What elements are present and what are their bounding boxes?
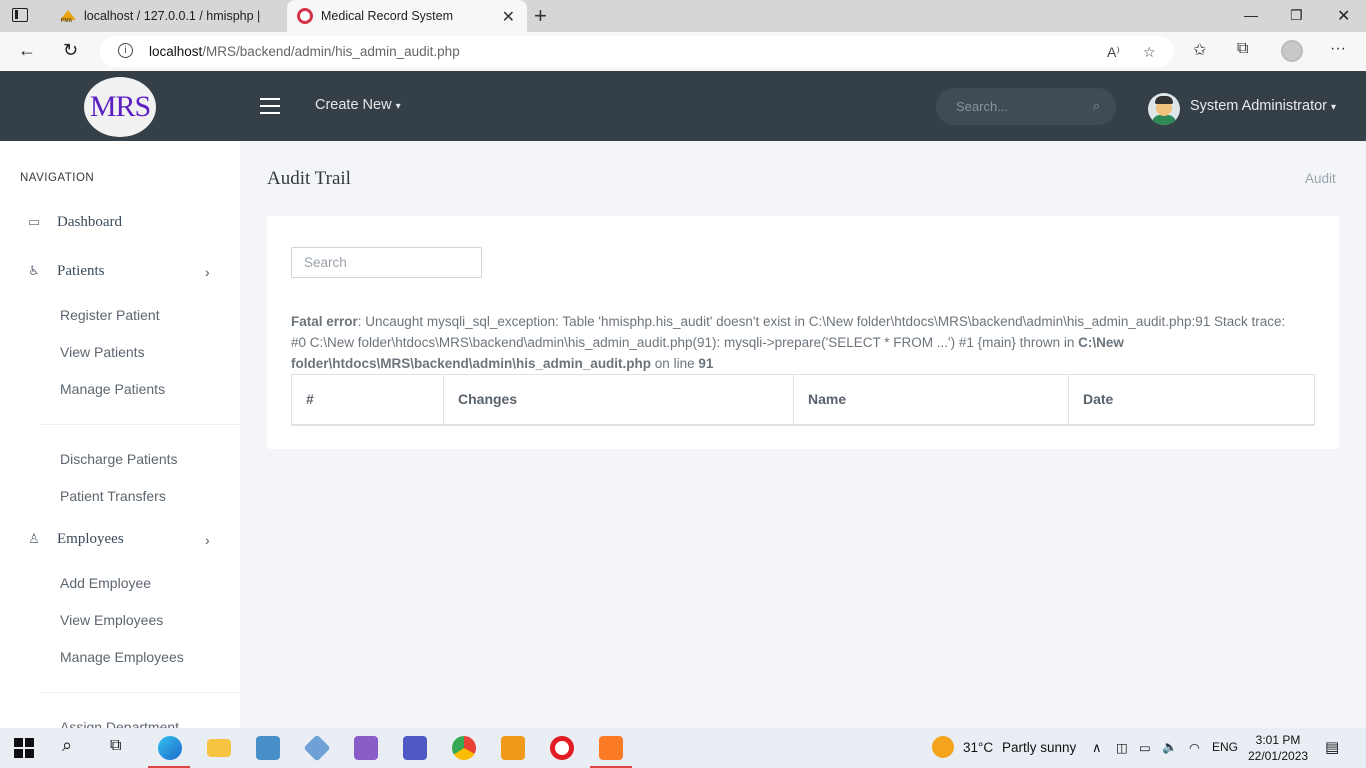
tab-title: Medical Record System <box>321 9 453 23</box>
clock-time: 3:01 PM <box>1255 733 1301 747</box>
column-header-date[interactable]: Date <box>1068 374 1315 426</box>
add-favorite-icon[interactable]: ☆ <box>1143 44 1156 61</box>
chevron-down-icon: ▾ <box>1331 102 1337 113</box>
fatal-error-message: Fatal error: Uncaught mysqli_sql_excepti… <box>291 311 1301 374</box>
xampp-icon[interactable] <box>599 736 623 760</box>
avatar[interactable] <box>1148 93 1180 125</box>
reload-icon[interactable]: ↻ <box>63 40 78 61</box>
edge-icon[interactable] <box>158 736 182 760</box>
browser-toolbar: ← ↻ i localhost/MRS/backend/admin/his_ad… <box>0 32 1366 71</box>
chevron-up-icon[interactable]: ∧ <box>1092 740 1102 756</box>
battery-icon[interactable]: ▭ <box>1139 740 1151 755</box>
monitor-icon: ▭ <box>27 215 41 230</box>
sidebar-item-patient-transfers[interactable]: Patient Transfers <box>60 488 166 504</box>
divider <box>40 424 240 425</box>
sidebar-item-add-employee[interactable]: Add Employee <box>60 575 151 591</box>
browser-tab-strip: PMA localhost / 127.0.0.1 / hmisphp | Me… <box>0 0 1366 32</box>
more-menu-icon[interactable]: ··· <box>1330 40 1346 58</box>
windows-start-icon[interactable] <box>14 738 34 758</box>
browser-tab-medical-record[interactable]: Medical Record System ✕ <box>287 0 527 32</box>
sidebar-item-register-patient[interactable]: Register Patient <box>60 307 160 323</box>
sidebar-item-dashboard[interactable]: ▭ Dashboard <box>26 214 122 231</box>
address-bar[interactable]: i localhost/MRS/backend/admin/his_admin_… <box>100 36 1174 67</box>
task-view-icon[interactable]: ⧉ <box>110 737 121 755</box>
sidebar-item-employees[interactable]: ♙ Employees <box>26 531 123 548</box>
new-tab-icon[interactable]: + <box>534 3 547 29</box>
search-icon[interactable]: ⌕ <box>62 735 72 756</box>
error-line-number: 91 <box>698 356 714 371</box>
chevron-right-icon[interactable]: › <box>205 264 210 280</box>
chrome-icon[interactable] <box>452 736 476 760</box>
mrs-logo[interactable]: MRS <box>84 77 156 137</box>
chevron-down-icon: ▾ <box>395 101 401 112</box>
volume-icon[interactable]: 🔈 <box>1162 740 1178 755</box>
sidebar-item-discharge-patients[interactable]: Discharge Patients <box>60 451 178 467</box>
search-placeholder: Search... <box>956 99 1009 114</box>
tab-actions-icon[interactable] <box>12 8 28 22</box>
opera-icon[interactable] <box>550 736 574 760</box>
user-tie-icon: ♙ <box>28 532 40 547</box>
clock[interactable]: 3:01 PM 22/01/2023 <box>1248 732 1308 764</box>
weather-temperature[interactable]: 31°C <box>963 740 993 755</box>
profile-icon[interactable] <box>1281 40 1303 62</box>
column-header-name[interactable]: Name <box>793 374 1069 426</box>
weather-text[interactable]: Partly sunny <box>1002 740 1076 755</box>
site-info-icon[interactable]: i <box>118 43 133 58</box>
chevron-right-icon[interactable]: › <box>205 532 210 548</box>
header-search-input[interactable]: Search... ⌕ <box>936 88 1116 125</box>
sidebar-item-view-patients[interactable]: View Patients <box>60 344 145 360</box>
control-panel-icon[interactable] <box>256 736 280 760</box>
windows-taskbar: ⌕ ⧉ 31°C Partly sunny ∧ ◫ ▭ 🔈 ◠ ENG 3:01… <box>0 728 1366 768</box>
error-label: Fatal error <box>291 314 358 329</box>
sidebar-item-manage-patients[interactable]: Manage Patients <box>60 381 165 397</box>
favorites-icon[interactable]: ✩ <box>1193 40 1206 60</box>
close-window-icon[interactable]: ✕ <box>1337 6 1350 26</box>
minimize-icon[interactable]: — <box>1244 7 1258 23</box>
column-header-number[interactable]: # <box>291 374 444 426</box>
search-icon[interactable]: ⌕ <box>1093 98 1100 114</box>
back-arrow-icon[interactable]: ← <box>18 40 36 61</box>
error-text: : Uncaught mysqli_sql_exception: Table '… <box>291 314 1286 350</box>
file-explorer-icon[interactable] <box>207 739 231 757</box>
wheelchair-icon: ♿ <box>28 264 40 279</box>
visual-studio-icon[interactable] <box>354 736 378 760</box>
close-tab-icon[interactable]: ✕ <box>502 7 515 27</box>
virtualbox-icon[interactable] <box>303 734 331 762</box>
browser-tab-phpmyadmin[interactable]: PMA localhost / 127.0.0.1 / hmisphp | <box>46 0 286 32</box>
page-title: Audit Trail <box>267 168 351 189</box>
error-line-text: on line <box>651 356 699 371</box>
tab-title: localhost / 127.0.0.1 / hmisphp | <box>84 9 261 23</box>
sidebar-item-view-employees[interactable]: View Employees <box>60 612 163 628</box>
sidebar-item-patients[interactable]: ♿ Patients <box>26 263 104 280</box>
sidebar-item-manage-employees[interactable]: Manage Employees <box>60 649 184 665</box>
breadcrumb[interactable]: Audit <box>1305 171 1336 186</box>
collections-icon[interactable]: ⧉ <box>1237 40 1248 58</box>
audit-table: # Changes Name Date <box>291 374 1315 426</box>
navigation-heading: NAVIGATION <box>20 172 95 184</box>
read-aloud-icon[interactable]: A⁾ <box>1107 44 1120 61</box>
search-input[interactable] <box>291 247 482 278</box>
weather-icon[interactable] <box>932 736 954 758</box>
teams-icon[interactable] <box>403 736 427 760</box>
language-indicator[interactable]: ENG <box>1212 740 1238 754</box>
create-new-dropdown[interactable]: Create New ▾ <box>315 97 401 113</box>
wifi-icon[interactable]: ◠ <box>1189 740 1200 755</box>
url-text[interactable]: localhost/MRS/backend/admin/his_admin_au… <box>149 44 460 59</box>
menu-toggle-icon[interactable] <box>260 98 280 114</box>
user-menu[interactable]: System Administrator ▾ <box>1190 98 1336 114</box>
divider <box>40 692 240 693</box>
notifications-icon[interactable]: ▤ <box>1325 738 1339 756</box>
restore-icon[interactable]: ❐ <box>1290 7 1303 24</box>
sidebar-item-assign-department[interactable]: Assign Department <box>60 719 179 728</box>
audit-card: Fatal error: Uncaught mysqli_sql_excepti… <box>267 216 1339 449</box>
clock-date: 22/01/2023 <box>1248 749 1309 763</box>
sidebar: NAVIGATION ▭ Dashboard ♿ Patients › Regist… <box>0 141 240 728</box>
app-header: MRS Create New ▾ Search... ⌕ System Admin… <box>0 71 1366 141</box>
opera-favicon-icon <box>297 8 313 24</box>
table-header-row: # Changes Name Date <box>291 374 1315 426</box>
meet-now-icon[interactable]: ◫ <box>1116 740 1128 755</box>
sublime-text-icon[interactable] <box>501 736 525 760</box>
column-header-changes[interactable]: Changes <box>443 374 794 426</box>
phpmyadmin-favicon-icon: PMA <box>60 8 76 24</box>
